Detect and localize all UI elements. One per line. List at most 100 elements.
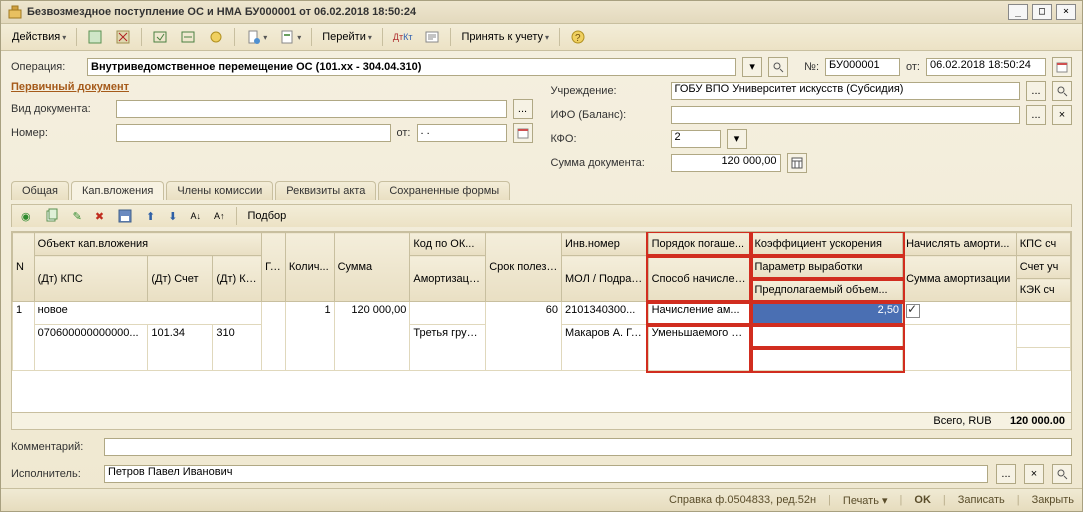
col-kps-sch[interactable]: КПС сч xyxy=(1016,233,1070,256)
grid-delete-button[interactable]: ✖ xyxy=(90,207,109,226)
col-qty[interactable]: Колич... xyxy=(285,233,334,302)
tb-icon-8[interactable] xyxy=(419,26,445,48)
col-mol[interactable]: МОЛ / Подразделе... xyxy=(561,256,648,302)
operation-label: Операция: xyxy=(11,61,81,73)
grid-sort-asc-button[interactable]: A↓ xyxy=(185,208,206,224)
comment-field[interactable] xyxy=(104,438,1072,456)
grid-save-button[interactable] xyxy=(112,205,138,227)
table-row[interactable]: 1 новое 1 120 000,00 60 2101340300... На… xyxy=(13,302,1071,325)
doc-type-field[interactable] xyxy=(116,100,507,118)
col-okof[interactable]: Код по ОК... xyxy=(410,233,486,256)
ifo-label: ИФО (Баланс): xyxy=(551,109,661,121)
number-field[interactable] xyxy=(116,124,391,142)
col-kek-sch[interactable]: КЭК сч xyxy=(1016,279,1070,302)
total-label: Всего, RUB xyxy=(933,415,991,427)
tb-icon-dtkt[interactable]: ДтКт xyxy=(388,29,418,45)
date-field[interactable]: 06.02.2018 18:50:24 xyxy=(926,58,1046,76)
goto-menu[interactable]: Перейти▾ xyxy=(317,28,377,46)
accept-button[interactable]: Принять к учету▾ xyxy=(456,28,554,46)
tb-icon-1[interactable] xyxy=(82,26,108,48)
close-link[interactable]: Закрыть xyxy=(1032,494,1074,506)
num-field[interactable]: БУ000001 xyxy=(825,58,900,76)
tab-act[interactable]: Реквизиты акта xyxy=(275,181,376,200)
window-title: Безвозмездное поступление ОС и НМА БУ000… xyxy=(27,6,1008,18)
help-link[interactable]: Справка ф.0504833, ред.52н xyxy=(669,494,816,506)
number-from-field[interactable]: . . xyxy=(417,124,507,142)
operation-dd-button[interactable]: ▾ xyxy=(742,57,762,77)
col-predpol[interactable]: Предполагаемый объем... xyxy=(751,279,903,302)
col-sumamort[interactable]: Сумма амортизации xyxy=(903,256,1017,302)
org-select-button[interactable]: ... xyxy=(1026,81,1046,101)
grid-edit-button[interactable]: ✎ xyxy=(68,207,87,226)
grid-podbor-button[interactable]: Подбор xyxy=(243,207,292,225)
docsum-field[interactable]: 120 000,00 xyxy=(671,154,781,172)
statusbar: Справка ф.0504833, ред.52н | Печать ▾ | … xyxy=(1,488,1082,511)
tab-general[interactable]: Общая xyxy=(11,181,69,200)
ok-button[interactable]: OK xyxy=(914,494,931,506)
col-inv[interactable]: Инв.номер xyxy=(561,233,648,256)
operation-combo[interactable]: Внутриведомственное перемещение ОС (101.… xyxy=(87,58,736,76)
tab-capinvest[interactable]: Кап.вложения xyxy=(71,181,164,200)
tb-icon-3[interactable] xyxy=(147,26,173,48)
tab-savedforms[interactable]: Сохраненные формы xyxy=(378,181,510,200)
col-nachisl[interactable]: Начислять аморти... xyxy=(903,233,1017,256)
tb-icon-2[interactable] xyxy=(110,26,136,48)
org-field[interactable]: ГОБУ ВПО Университет искусств (Субсидия) xyxy=(671,82,1021,100)
col-srok[interactable]: Срок полезн. исполь... xyxy=(486,233,562,302)
save-button[interactable]: Записать xyxy=(958,494,1005,506)
org-search-button[interactable] xyxy=(1052,81,1072,101)
col-koef[interactable]: Коэффициент ускорения xyxy=(751,233,903,256)
grid-toolbar: ◉ ✎ ✖ ⬆ ⬇ A↓ A↑ Подбор xyxy=(11,204,1072,227)
col-sposob[interactable]: Способ начисления ... xyxy=(648,256,751,302)
kfo-field[interactable]: 2 xyxy=(671,130,721,148)
operation-search-button[interactable] xyxy=(768,57,788,77)
col-dtkek[interactable]: (Дт) КЭК xyxy=(213,256,262,302)
executor-select-button[interactable]: ... xyxy=(996,464,1016,484)
col-sum[interactable]: Сумма xyxy=(334,233,410,302)
number-label: Номер: xyxy=(11,127,106,139)
maximize-button[interactable]: □ xyxy=(1032,4,1052,20)
ifo-clear-button[interactable]: × xyxy=(1052,105,1072,125)
col-param[interactable]: Параметр выработки xyxy=(751,256,903,279)
minimize-button[interactable]: _ xyxy=(1008,4,1028,20)
col-dtschet[interactable]: (Дт) Счет xyxy=(148,256,213,302)
grid-add-button[interactable]: ◉ xyxy=(16,207,36,226)
koef-cell-selected[interactable]: 2,50 xyxy=(751,302,903,325)
grid-down-button[interactable]: ⬇ xyxy=(163,207,182,226)
tb-icon-6[interactable]: ▾ xyxy=(240,26,272,48)
kfo-dd-button[interactable]: ▾ xyxy=(727,129,747,149)
tb-icon-5[interactable] xyxy=(203,26,229,48)
grid-up-button[interactable]: ⬆ xyxy=(141,207,160,226)
date-label: от: xyxy=(906,61,920,73)
print-button[interactable]: Печать ▾ xyxy=(843,494,888,507)
col-gu[interactable]: Г. у.. xyxy=(262,233,286,302)
col-schetuch[interactable]: Счет уч xyxy=(1016,256,1070,279)
actions-menu[interactable]: Действия▾ xyxy=(7,28,71,46)
doc-type-label: Вид документа: xyxy=(11,103,106,115)
help-icon[interactable]: ? xyxy=(565,26,591,48)
grid-table[interactable]: N Объект кап.вложения Г. у.. Колич... Су… xyxy=(12,232,1071,371)
col-object[interactable]: Объект кап.вложения xyxy=(34,233,261,256)
executor-field[interactable]: Петров Павел Иванович xyxy=(104,465,988,483)
calendar-button[interactable] xyxy=(1052,57,1072,77)
grid-copy-button[interactable] xyxy=(39,205,65,227)
tab-commission[interactable]: Члены комиссии xyxy=(166,181,273,200)
docsum-calc-button[interactable] xyxy=(787,153,807,173)
col-dtkps[interactable]: (Дт) КПС xyxy=(34,256,148,302)
grid-sort-desc-button[interactable]: A↑ xyxy=(209,208,230,224)
num-label: №: xyxy=(804,61,819,73)
executor-clear-button[interactable]: × xyxy=(1024,464,1044,484)
close-button[interactable]: × xyxy=(1056,4,1076,20)
window-controls: _ □ × xyxy=(1008,4,1076,20)
ifo-field[interactable] xyxy=(671,106,1021,124)
col-n[interactable]: N xyxy=(13,233,35,302)
ifo-select-button[interactable]: ... xyxy=(1026,105,1046,125)
number-from-cal-button[interactable] xyxy=(513,123,533,143)
col-amortgrp[interactable]: Амортизац. группа xyxy=(410,256,486,302)
doc-type-select-button[interactable]: ... xyxy=(513,99,533,119)
tb-icon-4[interactable] xyxy=(175,26,201,48)
comment-label: Комментарий: xyxy=(11,441,96,453)
col-poryadok[interactable]: Порядок погаше... xyxy=(648,233,751,256)
tb-icon-7[interactable]: ▾ xyxy=(274,26,306,48)
executor-search-button[interactable] xyxy=(1052,464,1072,484)
